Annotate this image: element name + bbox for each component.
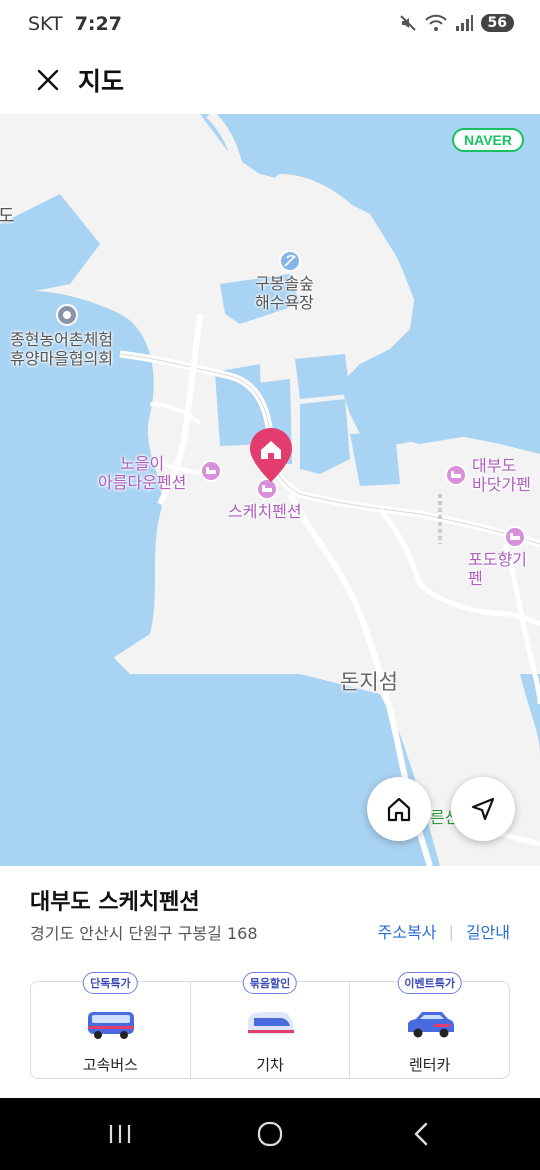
map-label-jonghyeon[interactable]: 종현농어촌체험 휴양마을협의회	[10, 330, 113, 368]
wifi-icon	[424, 12, 447, 34]
transport-bus[interactable]: 단독특가 고속버스	[31, 972, 191, 1078]
map-label-gubong-beach[interactable]: 구봉솔숲 해수욕장	[255, 274, 314, 312]
status-carrier: SKT 7:27	[28, 13, 122, 35]
back-icon	[414, 1122, 428, 1146]
navigation-arrow-icon	[471, 797, 495, 821]
map-label-donjiseom: 돈지섬	[340, 670, 398, 694]
train-badge: 묶음할인	[242, 972, 298, 994]
home-icon	[387, 797, 411, 822]
place-name: 대부도 스케치펜션	[30, 890, 200, 915]
bus-label: 고속버스	[82, 1056, 138, 1074]
directions-link[interactable]: 길안내	[466, 919, 510, 943]
back-nav-button[interactable]	[402, 1116, 442, 1152]
battery-indicator: 56	[480, 14, 514, 32]
place-actions: 주소복사 | 길안내	[378, 919, 510, 943]
mute-icon	[397, 12, 419, 34]
status-time: 7:27	[74, 13, 122, 35]
location-pin-icon[interactable]	[248, 426, 294, 484]
status-bar: SKT 7:27 56	[0, 0, 540, 50]
copy-address-link[interactable]: 주소복사	[378, 919, 437, 943]
close-icon	[37, 69, 59, 91]
map-label-gubong-beach-line2: 해수욕장	[255, 293, 314, 313]
train-icon	[248, 1012, 294, 1034]
system-nav-bar	[0, 1098, 540, 1170]
close-button[interactable]	[30, 62, 66, 98]
carrier-name: SKT	[28, 13, 63, 35]
pension-bed-icon-3[interactable]	[504, 526, 526, 548]
home-nav-button[interactable]	[250, 1116, 290, 1152]
action-separator: |	[448, 921, 454, 941]
map-label-jonghyeon-line2: 휴양마을협의회	[10, 349, 114, 369]
transport-train[interactable]: 묶음할인 기차	[191, 972, 351, 1078]
bus-icon	[88, 1012, 135, 1039]
map-label-podohyang[interactable]: 포도향기펜	[468, 550, 540, 588]
recent-apps-button[interactable]	[100, 1116, 140, 1152]
map-view[interactable]: NAVER 도 구봉솔숲 해수욕장 종현농어촌체험 휴양마을협의회 노을이 아름…	[0, 114, 540, 866]
map-label-daebu-bada[interactable]: 대부도 바닷가펜	[472, 456, 531, 494]
place-address: 경기도 안산시 단원구 구봉길 168	[30, 924, 258, 943]
place-info-panel: 대부도 스케치펜션 경기도 안산시 단원구 구봉길 168 주소복사 | 길안내…	[0, 866, 540, 1098]
map-label-noeul-line1: 노을이	[120, 454, 165, 473]
map-label-edge: 도	[0, 206, 15, 227]
map-label-noeul[interactable]: 노을이 아름다운펜션	[98, 454, 186, 492]
map-label-daebu-bada-line2: 바닷가펜	[472, 475, 531, 495]
home-location-button[interactable]	[367, 777, 431, 841]
beach-icon[interactable]	[279, 250, 301, 272]
header: 지도	[0, 50, 540, 114]
poi-circle-icon[interactable]	[56, 304, 78, 326]
bus-badge: 단독특가	[83, 972, 138, 994]
map-label-sketch-pension[interactable]: 스케치펜션	[228, 502, 302, 521]
naver-logo: NAVER	[452, 128, 524, 152]
train-label: 기차	[256, 1056, 284, 1074]
signal-icon	[453, 12, 475, 34]
page-title: 지도	[78, 67, 125, 96]
my-location-button[interactable]	[451, 777, 515, 841]
car-badge: 이벤트특가	[397, 972, 462, 994]
status-icons: 56	[397, 12, 514, 34]
map-label-jonghyeon-line1: 종현농어촌체험	[10, 330, 114, 349]
car-label: 렌터카	[408, 1056, 451, 1074]
pension-bed-icon[interactable]	[200, 460, 222, 482]
home-circle-icon	[257, 1121, 283, 1147]
map-label-noeul-line2: 아름다운펜션	[98, 473, 187, 493]
map-label-daebu-bada-line1: 대부도	[472, 456, 517, 475]
transport-car[interactable]: 이벤트특가 렌터카	[350, 972, 509, 1078]
car-icon	[407, 1012, 454, 1038]
recent-apps-icon	[109, 1125, 131, 1143]
map-label-gubong-beach-line1: 구봉솔숲	[255, 274, 314, 293]
transport-options: 단독특가 고속버스 묶음할인 기차 이벤트특가 렌터카	[30, 972, 510, 1079]
pension-bed-icon-2[interactable]	[445, 464, 467, 486]
